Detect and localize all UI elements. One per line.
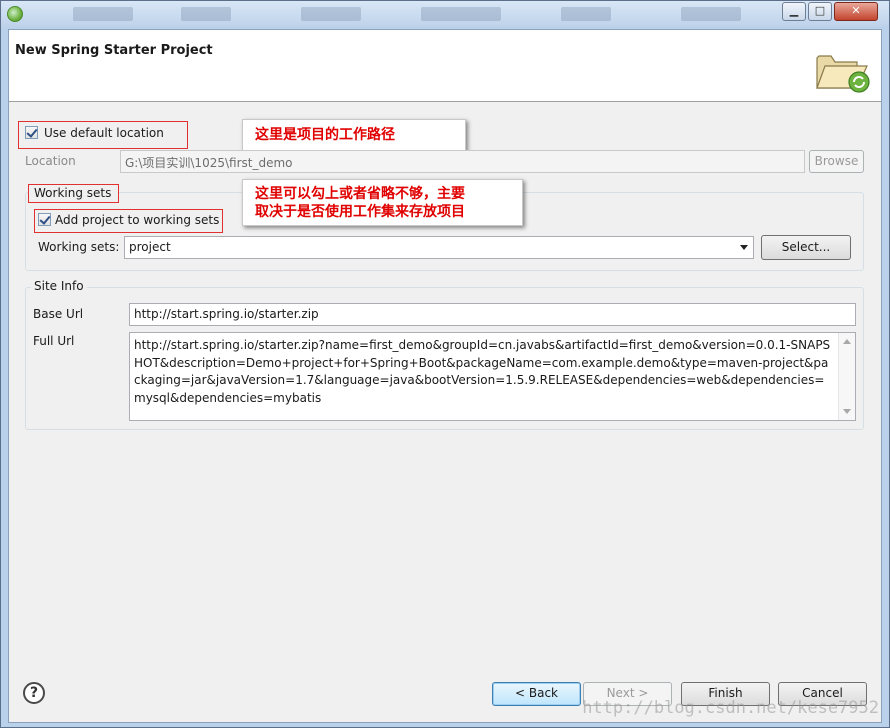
annotation-working-sets: 这里可以勾上或者省略不够，主要 取决于是否使用工作集来存放项目 <box>242 179 523 226</box>
scroll-up-icon[interactable] <box>843 339 851 344</box>
full-url-label: Full Url <box>33 334 75 348</box>
working-sets-selected: project <box>129 240 171 254</box>
title-obscured-6 <box>681 7 741 21</box>
spring-logo-icon <box>7 6 23 22</box>
browse-button[interactable]: Browse <box>809 150 864 173</box>
annotation-working-sets-line1: 这里可以勾上或者省略不够，主要 <box>255 186 465 202</box>
watermark: http://blog.csdn.net/kese7952 <box>582 698 879 718</box>
base-url-label: Base Url <box>33 307 84 321</box>
annotation-location: 这里是项目的工作路径 <box>242 119 466 151</box>
add-to-working-sets-label: Add project to working sets <box>55 213 220 227</box>
full-url-text: http://start.spring.io/starter.zip?name=… <box>134 338 831 405</box>
page-title: New Spring Starter Project <box>15 43 213 58</box>
title-obscured-5 <box>561 7 611 21</box>
checkbox-checked-icon <box>38 213 51 226</box>
dialog-client: New Spring Starter Project Use default l… <box>8 29 882 723</box>
use-default-location-checkbox[interactable]: Use default location <box>25 126 164 140</box>
working-sets-group-title: Working sets <box>34 186 112 200</box>
full-url-textarea[interactable]: http://start.spring.io/starter.zip?name=… <box>129 332 856 421</box>
full-url-scrollbar[interactable] <box>838 333 855 420</box>
maximize-button[interactable]: □ <box>808 2 832 21</box>
select-working-sets-button[interactable]: Select... <box>761 235 851 260</box>
working-sets-combo[interactable]: project <box>124 236 754 259</box>
scroll-down-icon[interactable] <box>843 409 851 414</box>
minimize-button[interactable]: ▁ <box>782 2 806 21</box>
folder-spring-icon <box>816 55 870 93</box>
dialog-window: ▁ □ ✕ New Spring Starter Project Use def… <box>0 0 890 728</box>
base-url-field[interactable]: http://start.spring.io/starter.zip <box>129 303 856 326</box>
title-obscured-2 <box>181 7 231 21</box>
close-button[interactable]: ✕ <box>834 2 878 21</box>
location-field[interactable]: G:\项目实训\1025\first_demo <box>120 150 805 173</box>
combo-arrow-icon <box>740 245 748 250</box>
site-info-group-title: Site Info <box>31 279 87 293</box>
help-icon[interactable]: ? <box>23 682 45 704</box>
wizard-header: New Spring Starter Project <box>9 30 881 102</box>
back-button[interactable]: < Back <box>492 682 581 706</box>
annotation-working-sets-line2: 取决于是否使用工作集来存放项目 <box>255 204 465 220</box>
checkbox-checked-icon <box>25 126 38 139</box>
location-label: Location <box>25 154 76 168</box>
title-bar[interactable]: ▁ □ ✕ <box>1 1 889 27</box>
title-obscured-1 <box>73 7 133 21</box>
title-obscured-4 <box>421 7 501 21</box>
add-to-working-sets-checkbox[interactable]: Add project to working sets <box>38 213 219 227</box>
title-obscured-3 <box>301 7 361 21</box>
working-sets-label: Working sets: <box>38 240 120 254</box>
use-default-location-label: Use default location <box>44 126 164 140</box>
